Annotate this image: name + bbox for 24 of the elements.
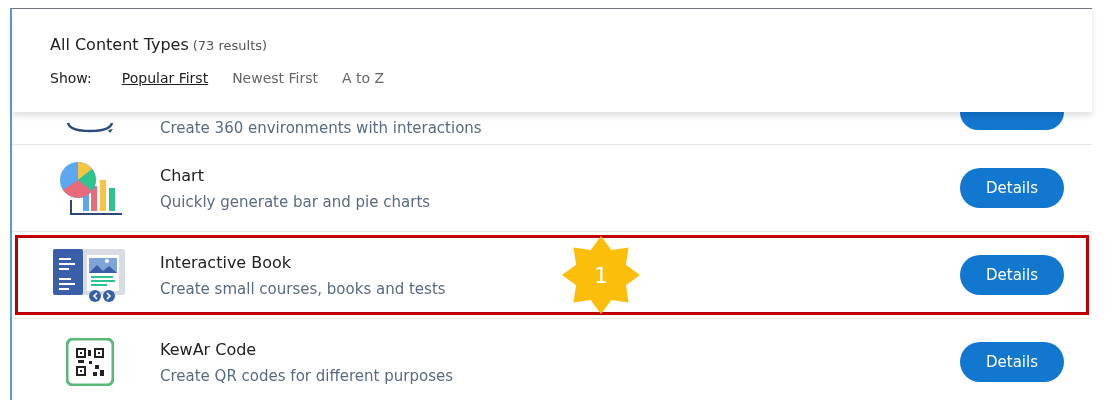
content-type-title: Interactive Book xyxy=(160,252,293,272)
content-type-description: Create small courses, books and tests xyxy=(160,279,447,298)
callout-badge: 1 xyxy=(562,236,640,314)
sort-option[interactable]: Newest First xyxy=(232,70,318,86)
content-type-description: Create QR codes for different purposes xyxy=(160,366,454,385)
rotation-icon xyxy=(64,121,116,135)
book-icon xyxy=(53,247,127,303)
content-type-title: Chart xyxy=(160,165,205,185)
results-count: (73 results) xyxy=(192,38,268,53)
content-type-title: KewAr Code xyxy=(160,339,258,359)
sort-option[interactable]: A to Z xyxy=(342,70,385,86)
content-type-description: Quickly generate bar and pie charts xyxy=(160,192,432,211)
content-type-row[interactable]: Create 360 environments with interactions xyxy=(12,112,1092,144)
details-button[interactable]: Details xyxy=(960,342,1064,382)
list-title: All Content Types xyxy=(50,35,189,54)
details-button[interactable]: Details xyxy=(960,168,1064,208)
details-button[interactable] xyxy=(960,112,1064,130)
content-type-row[interactable]: KewAr Code Create QR codes for different purposes Details xyxy=(12,319,1092,400)
show-label: Show: xyxy=(50,70,92,86)
qr-code-icon xyxy=(66,338,114,386)
content-type-description: Create 360 environments with interactions xyxy=(160,119,483,137)
content-type-row[interactable]: Chart Quickly generate bar and pie charts Details xyxy=(12,145,1092,231)
sort-option[interactable]: Popular First xyxy=(121,70,209,86)
details-button[interactable]: Details xyxy=(960,255,1064,295)
